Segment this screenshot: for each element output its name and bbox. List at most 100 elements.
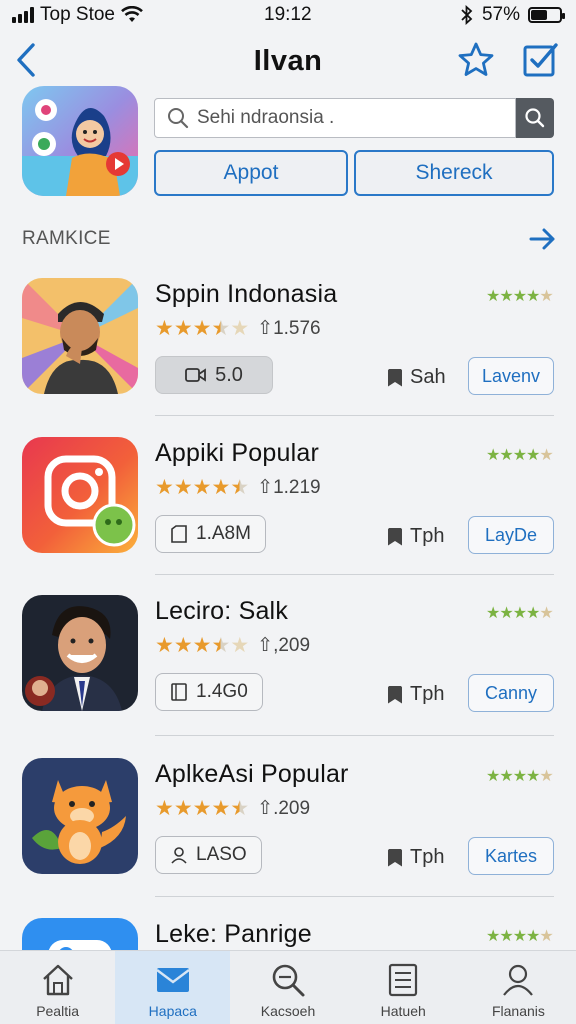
app-icon <box>22 278 138 394</box>
tab-search[interactable]: Kacsoeh <box>230 951 345 1024</box>
meta-button[interactable]: LASO <box>155 836 262 874</box>
rating-count: ⇧,209 <box>257 635 311 656</box>
status-time: 19:12 <box>264 4 312 25</box>
favorite-button[interactable] <box>456 40 496 80</box>
bookmark-label: Sah <box>410 366 446 388</box>
bluetooth-icon <box>461 5 473 25</box>
rating-stars: ★★★★★ ⇧1.576 <box>155 316 321 341</box>
mini-rating-stars: ★★★★★ <box>486 288 554 305</box>
app-icon <box>22 595 138 711</box>
document-icon <box>171 683 187 701</box>
list-item[interactable]: Sppin Indonasia ★★★★★ ⇧1.576 ★★★★★ 5.0 S… <box>0 278 576 438</box>
star-icon: ★ <box>211 634 231 657</box>
app-icon <box>22 758 138 874</box>
meta-button[interactable]: 1.4G0 <box>155 673 263 711</box>
search-button[interactable] <box>516 98 554 138</box>
tab-label: Flananis <box>491 1003 545 1019</box>
page-title: Ilvan <box>253 44 323 77</box>
get-button[interactable]: Kartes <box>468 837 554 875</box>
rating-count: ⇧.209 <box>257 798 311 819</box>
person-icon <box>503 964 534 996</box>
star-icon: ★ <box>155 476 174 499</box>
segment-button-second[interactable]: Shereck <box>354 150 554 196</box>
get-button[interactable]: LayDe <box>468 516 554 554</box>
tab-profile[interactable]: Flananis <box>461 951 576 1024</box>
star-icon: ★ <box>192 634 212 657</box>
list-item[interactable]: Leke: Panrige ★★★★★ <box>0 918 576 950</box>
rating-count: ⇧1.219 <box>257 477 321 498</box>
featured-app-illustration <box>22 86 138 196</box>
battery-percent: 57% <box>481 4 520 25</box>
bookmark-icon <box>388 685 402 704</box>
star-icon: ★ <box>173 634 193 657</box>
get-button[interactable]: Lavenv <box>468 357 554 395</box>
app-name: Appiki Popular <box>155 439 320 467</box>
list-icon <box>389 963 418 997</box>
battery-icon <box>528 7 565 23</box>
divider <box>155 735 554 736</box>
arrow-right-icon <box>529 228 555 250</box>
segment-button-first[interactable]: Appot <box>154 150 348 196</box>
app-name: Sppin Indonasia <box>155 280 338 308</box>
app-name: Leke: Panrige <box>155 920 312 948</box>
star-icon: ★ <box>173 317 193 340</box>
tab-home[interactable]: Pealtia <box>0 951 115 1024</box>
bookmark-button[interactable]: Sah <box>388 366 446 389</box>
list-item[interactable]: Appiki Popular ★★★★★ ⇧1.219 ★★★★★ 1.A8M … <box>0 437 576 597</box>
star-icon: ★ <box>230 797 250 820</box>
app-name: AplkeAsi Popular <box>155 760 349 788</box>
signal-icon <box>12 7 34 23</box>
meta-value: 5.0 <box>215 363 243 386</box>
meta-button[interactable]: 1.A8M <box>155 515 266 553</box>
bookmark-button[interactable]: Tph <box>388 683 444 706</box>
person-icon <box>171 847 187 864</box>
app-illustration <box>22 918 138 950</box>
checkbox-icon <box>523 43 558 77</box>
list-item[interactable]: AplkeAsi Popular ★★★★★ ⇧.209 ★★★★★ LASO … <box>0 758 576 918</box>
rating-stars: ★★★★★ ⇧.209 <box>155 796 310 821</box>
star-icon: ★ <box>192 476 212 499</box>
select-button[interactable] <box>520 40 560 80</box>
meta-button[interactable]: 5.0 <box>155 356 273 394</box>
bookmark-label: Tph <box>410 846 445 868</box>
featured-app-icon[interactable] <box>22 86 138 196</box>
star-outline-icon <box>458 42 494 76</box>
tab-label: Kacsoeh <box>260 1003 316 1019</box>
tab-label: Pealtia <box>36 1003 79 1019</box>
divider <box>155 896 554 897</box>
mini-rating-stars: ★★★★★ <box>486 768 554 785</box>
app-name: Leciro: Salk <box>155 597 289 625</box>
list-item[interactable]: Leciro: Salk ★★★★★ ⇧,209 ★★★★★ 1.4G0 Tph… <box>0 595 576 755</box>
meta-value: 1.4G0 <box>196 681 248 702</box>
rating-stars: ★★★★★ ⇧1.219 <box>155 475 321 500</box>
tab-mail[interactable]: Hapaca <box>115 951 231 1024</box>
tab-label: Hatueh <box>380 1003 426 1019</box>
star-icon: ★ <box>211 317 231 340</box>
chevron-left-icon <box>17 43 35 77</box>
portrait-app-illustration <box>22 595 138 711</box>
star-icon: ★ <box>230 634 250 657</box>
get-button[interactable]: Canny <box>468 674 554 712</box>
status-right: 57% <box>460 4 565 26</box>
bookmark-icon <box>388 848 402 867</box>
see-all-button[interactable] <box>526 222 560 256</box>
star-icon: ★ <box>211 476 231 499</box>
bookmark-label: Tph <box>410 683 445 705</box>
search-input[interactable] <box>197 107 497 129</box>
bookmark-button[interactable]: Tph <box>388 846 444 869</box>
app-icon <box>22 437 138 553</box>
back-button[interactable] <box>8 42 44 78</box>
search-field[interactable] <box>154 98 516 138</box>
fox-app-illustration <box>22 758 138 874</box>
bookmark-button[interactable]: Tph <box>388 525 444 548</box>
tab-list[interactable]: Hatueh <box>346 951 461 1024</box>
mini-rating-stars: ★★★★★ <box>486 605 554 622</box>
home-icon <box>42 964 73 996</box>
tab-label: Hapaca <box>148 1003 197 1019</box>
section-title: RAMKICE <box>22 228 111 249</box>
star-icon: ★ <box>155 797 174 820</box>
star-icon: ★ <box>192 317 212 340</box>
nav-bar: Ilvan <box>0 34 576 88</box>
star-icon: ★ <box>230 476 250 499</box>
star-icon: ★ <box>155 317 174 340</box>
